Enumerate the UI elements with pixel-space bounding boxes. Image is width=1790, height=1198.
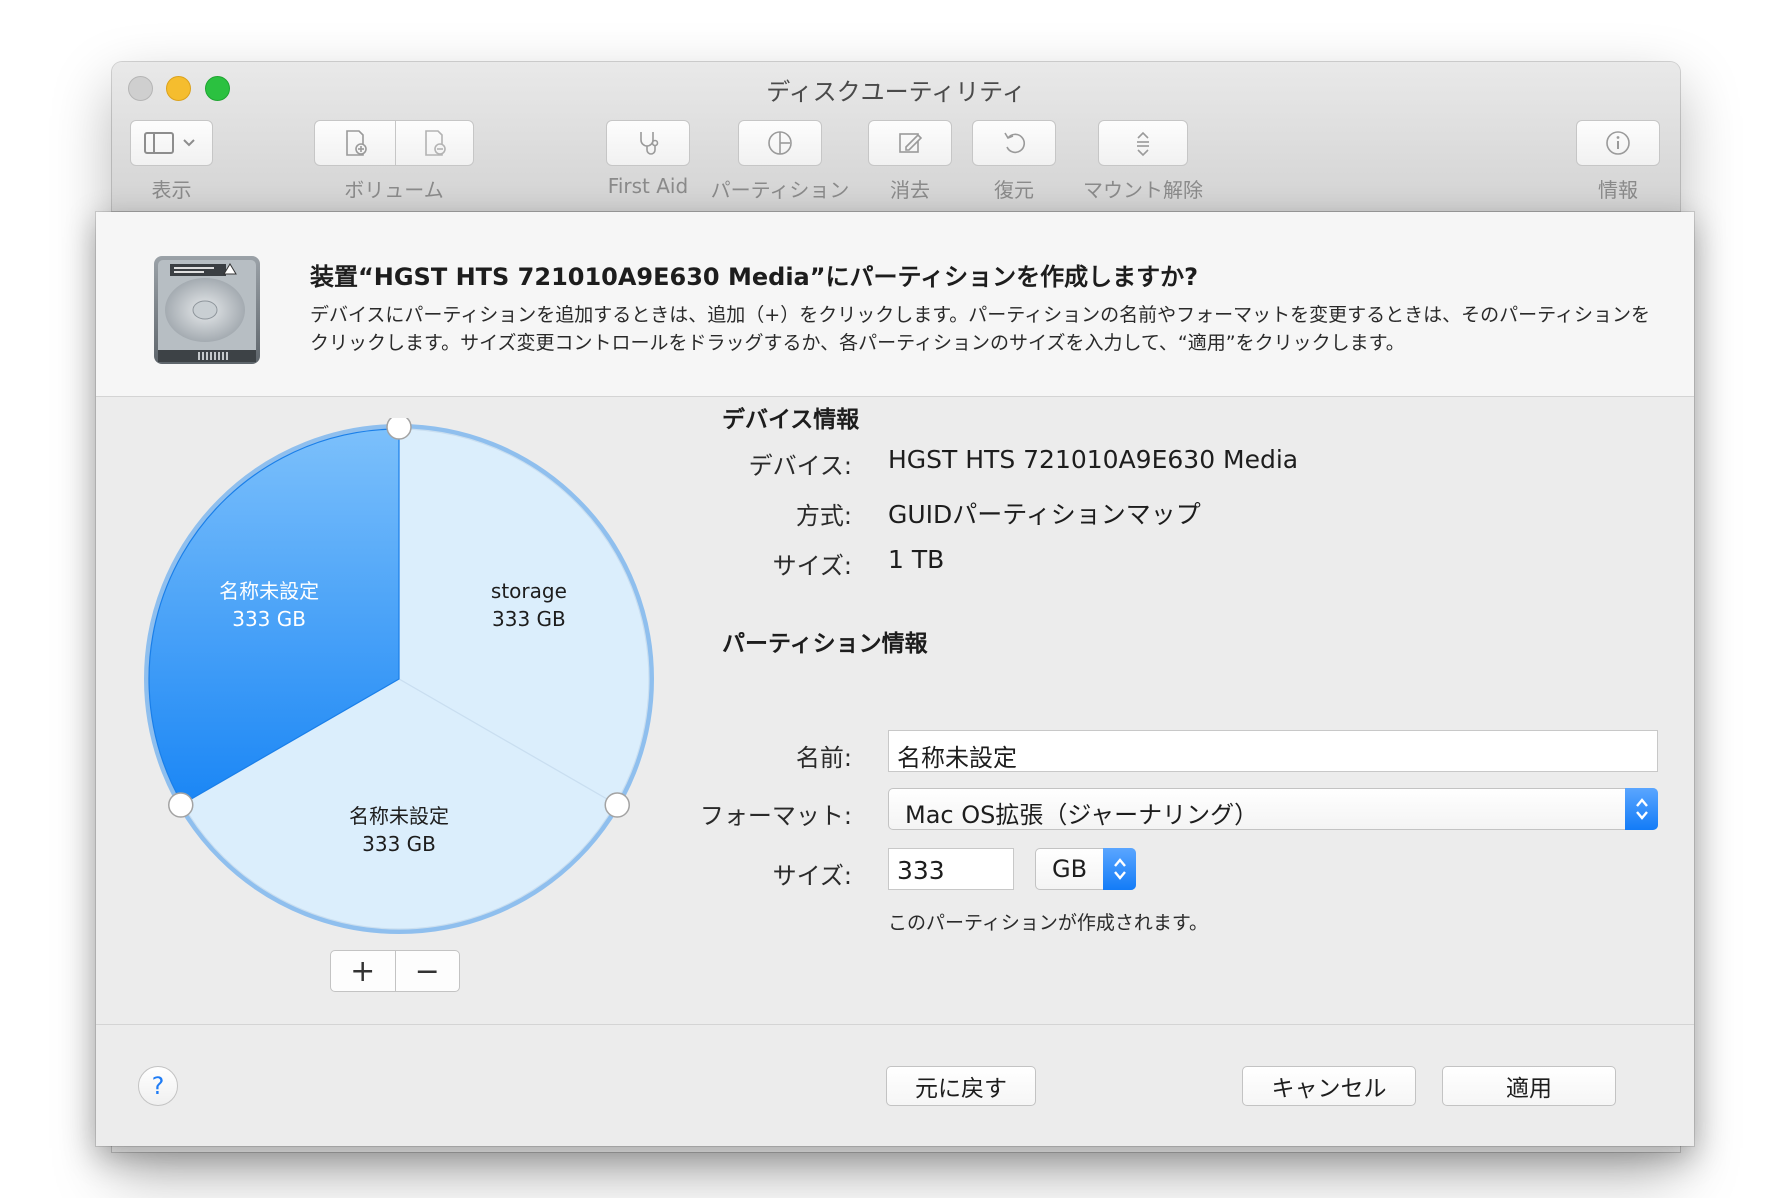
unmount-label: マウント解除 xyxy=(1083,178,1203,202)
partition-pie-chart[interactable]: storage 333 GB 名称未設定 333 GB 名称未設定 333 GB xyxy=(138,414,660,940)
sheet-description: デバイスにパーティションを追加するときは、追加（+）をクリックします。パーティシ… xyxy=(310,304,1651,354)
unit-popup-arrow[interactable] xyxy=(1103,848,1136,890)
partition-size-field[interactable]: 333 xyxy=(888,848,1014,890)
device-label: デバイス: xyxy=(748,452,852,480)
remove-volume-button[interactable] xyxy=(394,128,473,158)
erase-button[interactable] xyxy=(868,120,952,166)
restore-label: 復元 xyxy=(994,178,1034,202)
view-label: 表示 xyxy=(151,178,192,202)
remove-volume-icon xyxy=(424,130,446,156)
unmount-button[interactable] xyxy=(1098,120,1188,166)
pie-slice-size-1: 333 GB xyxy=(492,607,566,631)
add-partition-button[interactable]: + xyxy=(331,951,395,991)
format-label: フォーマット: xyxy=(699,802,852,830)
footer-divider xyxy=(96,1024,1694,1025)
device-size-label: サイズ: xyxy=(772,552,852,580)
resize-handle-0[interactable] xyxy=(386,414,412,440)
info-label: 情報 xyxy=(1598,178,1638,202)
partition-name-label: 名前: xyxy=(795,744,852,772)
scheme-label: 方式: xyxy=(795,502,852,530)
sheet-title: 装置“HGST HTS 721010A9E630 Media”にパーティションを… xyxy=(310,263,1199,291)
restore-button[interactable] xyxy=(972,120,1056,166)
info-icon xyxy=(1606,131,1630,155)
format-popup-arrow[interactable] xyxy=(1625,788,1658,830)
apply-button[interactable]: 適用 xyxy=(1442,1066,1616,1106)
format-popup[interactable]: Mac OS拡張（ジャーナリング） xyxy=(888,788,1658,830)
size-unit-value: GB xyxy=(1052,855,1088,883)
help-button[interactable]: ? xyxy=(138,1066,178,1106)
device-size-value: 1 TB xyxy=(888,545,945,574)
volume-segment[interactable] xyxy=(314,120,474,166)
window-title: ディスクユーティリティ xyxy=(766,78,1026,106)
pie-slice-size-0: 333 GB xyxy=(232,607,306,631)
partition-info-title: パーティション情報 xyxy=(722,631,928,657)
partition-add-remove: + − xyxy=(330,950,460,992)
stethoscope-icon xyxy=(640,132,659,155)
sheet-header: 装置“HGST HTS 721010A9E630 Media”にパーティションを… xyxy=(96,212,1694,397)
info-button[interactable] xyxy=(1576,120,1660,166)
partition-hint: このパーティションが作成されます。 xyxy=(888,912,1208,934)
partition-button[interactable] xyxy=(738,120,822,166)
sidebar-icon xyxy=(143,132,195,154)
cancel-button[interactable]: キャンセル xyxy=(1242,1066,1416,1106)
pie-svg[interactable]: storage 333 GB 名称未設定 333 GB 名称未設定 333 GB xyxy=(138,414,660,940)
first-aid-button[interactable] xyxy=(606,120,690,166)
first-aid-label: First Aid xyxy=(607,174,689,198)
partition-name-field[interactable]: 名称未設定 xyxy=(888,730,1658,772)
unmount-icon xyxy=(1137,131,1149,157)
chevron-up-down-icon xyxy=(1113,858,1126,880)
scheme-value: GUIDパーティションマップ xyxy=(888,500,1201,529)
restore-icon xyxy=(1004,132,1026,154)
pie-slice-name-1: storage xyxy=(491,579,567,603)
hard-disk-icon xyxy=(154,256,260,364)
add-volume-button[interactable] xyxy=(315,128,394,158)
view-button[interactable] xyxy=(130,120,213,166)
toolbar: ディスクユーティリティ 表示 ボリューム First Aid パーティション 消… xyxy=(112,62,1680,212)
add-volume-icon xyxy=(345,130,367,156)
pie-slice-size-2: 333 GB xyxy=(362,832,436,856)
size-unit-popup[interactable]: GB xyxy=(1035,848,1136,890)
partition-size-label: サイズ: xyxy=(772,862,852,890)
volume-label: ボリューム xyxy=(344,178,444,202)
remove-partition-button[interactable]: − xyxy=(394,951,460,991)
partition-label: パーティション xyxy=(710,178,850,202)
erase-label: 消去 xyxy=(890,178,930,202)
chevron-up-down-icon xyxy=(1635,798,1648,820)
revert-button[interactable]: 元に戻す xyxy=(886,1066,1036,1106)
partition-pie-icon xyxy=(768,131,792,155)
format-value: Mac OS拡張（ジャーナリング） xyxy=(905,801,1259,829)
pie-slice-name-2: 名称未設定 xyxy=(349,804,449,828)
pie-slice-name-0: 名称未設定 xyxy=(219,579,319,603)
device-info-title: デバイス情報 xyxy=(722,407,860,433)
erase-icon xyxy=(899,133,923,153)
partition-sheet: 装置“HGST HTS 721010A9E630 Media”にパーティションを… xyxy=(96,212,1694,1146)
device-value: HGST HTS 721010A9E630 Media xyxy=(888,445,1299,474)
resize-handle-2[interactable] xyxy=(168,792,194,818)
